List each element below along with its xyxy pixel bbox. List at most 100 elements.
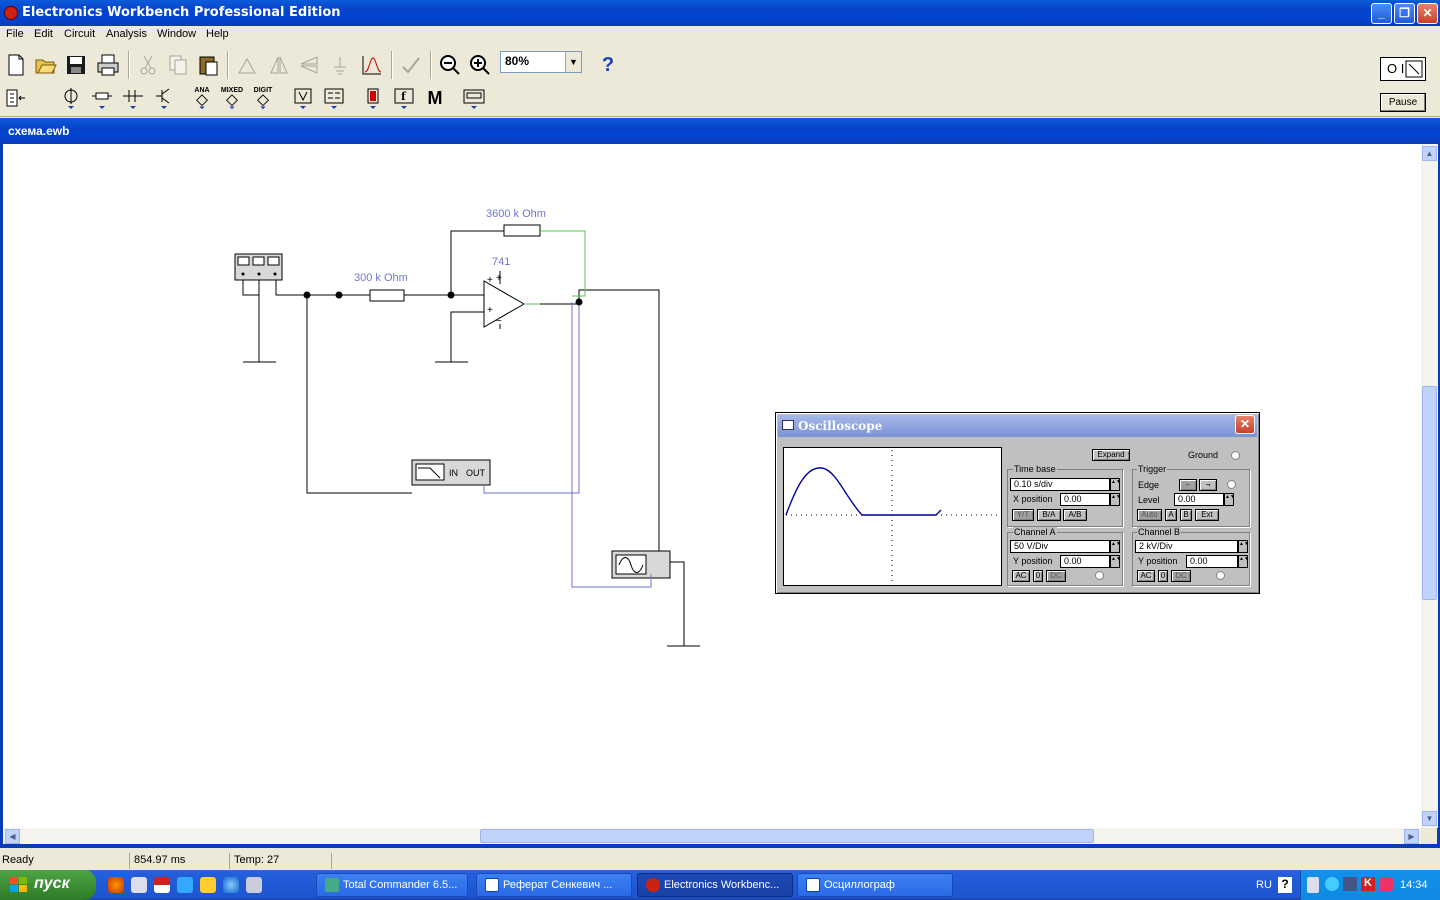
channel-a-y-position-field[interactable]: 0.00 [1060,555,1110,568]
help-button[interactable]: ? [594,51,622,79]
trigger-b-button[interactable]: B [1180,509,1192,521]
help-tray-icon[interactable]: ? [1278,877,1292,893]
close-button[interactable]: ✕ [1417,3,1438,24]
instruments-bin-button[interactable] [460,84,488,112]
ground-terminal[interactable] [1231,451,1240,460]
scroll-right-arrow[interactable]: ▶ [1404,829,1419,844]
app-launcher-icon[interactable] [154,877,170,893]
notepad-icon[interactable] [246,877,262,893]
task-total-commander[interactable]: Total Commander 6.5... [316,873,468,897]
zoom-in-button[interactable] [466,51,494,79]
channel-a-ac-button[interactable]: AC [1012,570,1030,582]
messenger-tray-icon[interactable] [1379,877,1393,891]
oscilloscope-titlebar[interactable]: Oscilloscope ✕ [778,415,1257,437]
task-electronics-workbench[interactable]: Electronics Workbenc... [637,873,793,897]
search-icon[interactable] [177,877,193,893]
menu-window[interactable]: Window [157,28,196,40]
channel-a-dc-button[interactable]: DC [1046,570,1066,582]
restore-button[interactable]: ❐ [1394,3,1415,24]
usb-tray-icon[interactable] [1307,877,1319,893]
vertical-scroll-thumb[interactable] [1422,386,1437,600]
yt-mode-button[interactable]: Y/T [1012,509,1034,521]
trigger-a-button[interactable]: A [1165,509,1177,521]
channel-b-zero-button[interactable]: 0 [1158,570,1168,582]
kaspersky-tray-icon[interactable]: K [1361,877,1375,891]
language-indicator[interactable]: RU [1256,879,1272,891]
flip-vertical-button[interactable] [295,51,323,79]
print-button[interactable] [94,51,122,79]
logic-gates-bin-button[interactable] [289,84,317,112]
explorer-icon[interactable] [131,877,147,893]
menu-circuit[interactable]: Circuit [64,28,95,40]
power-switch[interactable]: O I [1380,57,1426,81]
controls-bin-button[interactable]: f [390,84,418,112]
scroll-down-arrow[interactable]: ▼ [1422,811,1437,826]
digital-bin-button[interactable] [320,84,348,112]
task-word-document[interactable]: Реферат Сенкевич ... [476,873,632,897]
cut-button[interactable] [134,51,162,79]
channel-b-y-position-field[interactable]: 0.00 [1186,555,1238,568]
scroll-left-arrow[interactable]: ◀ [5,829,20,844]
channel-b-scale-field[interactable]: 2 kV/Div [1135,540,1238,553]
new-file-button[interactable] [2,51,30,79]
digital-ics-bin-button[interactable]: DIGIT [249,84,277,112]
ab-mode-button[interactable]: A/B [1063,509,1087,521]
open-file-button[interactable] [32,51,60,79]
channel-a-y-position-spinner[interactable]: ▲▼ [1110,555,1121,568]
trigger-terminal[interactable] [1227,480,1236,489]
flip-horizontal-button[interactable] [265,51,293,79]
zoom-out-button[interactable] [436,51,464,79]
indicators-bin-button[interactable] [359,84,387,112]
channel-a-terminal[interactable] [1095,571,1104,580]
menu-file[interactable]: File [6,28,24,40]
start-button[interactable]: пуск [0,870,96,900]
channel-b-scale-spinner[interactable]: ▲▼ [1238,540,1249,553]
oscilloscope-close-button[interactable]: ✕ [1235,415,1255,434]
save-button[interactable] [62,51,90,79]
analog-ics-bin-button[interactable]: ANA [188,84,216,112]
chevron-down-icon[interactable]: ▼ [565,52,581,72]
pause-button[interactable]: Pause [1380,93,1426,112]
level-spinner[interactable]: ▲▼ [1224,493,1235,506]
ba-mode-button[interactable]: B/A [1037,509,1061,521]
falling-edge-button[interactable]: ¬ [1199,479,1217,491]
basic-bin-button[interactable] [88,84,116,112]
x-position-field[interactable]: 0.00 [1060,493,1110,506]
rising-edge-button[interactable]: ⌐ [1179,479,1197,491]
menu-analysis[interactable]: Analysis [106,28,147,40]
create-subcircuit-button[interactable] [397,51,425,79]
task-oscilloscope-doc[interactable]: Осциллограф [797,873,953,897]
horizontal-scroll-thumb[interactable] [480,829,1094,843]
expand-button[interactable]: Expand [1092,449,1130,461]
sources-bin-button[interactable] [57,84,85,112]
connection-tray-icon[interactable] [1343,877,1357,891]
miscellaneous-bin-button[interactable]: M [421,84,449,112]
favorites-bin-button[interactable] [2,84,30,112]
minimize-button[interactable]: _ [1371,3,1392,24]
time-base-spinner[interactable]: ▲▼ [1110,478,1121,491]
mixed-ics-bin-button[interactable]: MIXED [218,84,246,112]
time-base-field[interactable]: 0.10 s/div [1010,478,1110,491]
internet-explorer-icon[interactable] [223,877,239,893]
analysis-graphs-button[interactable] [358,51,386,79]
rotate-button[interactable] [233,51,261,79]
paste-button[interactable] [194,51,222,79]
x-position-spinner[interactable]: ▲▼ [1110,493,1121,506]
channel-b-dc-button[interactable]: DC [1171,570,1191,582]
firefox-icon[interactable] [108,877,124,893]
network-tray-icon[interactable] [1325,877,1339,891]
scroll-up-arrow[interactable]: ▲ [1422,146,1437,161]
channel-b-terminal[interactable] [1216,571,1225,580]
channel-a-scale-field[interactable]: 50 V/Div [1010,540,1110,553]
auto-trigger-button[interactable]: Auto [1137,509,1162,521]
menu-help[interactable]: Help [206,28,229,40]
menu-edit[interactable]: Edit [34,28,53,40]
winamp-icon[interactable] [200,877,216,893]
trigger-ext-button[interactable]: Ext [1195,509,1219,521]
channel-b-y-position-spinner[interactable]: ▲▼ [1238,555,1249,568]
component-properties-button[interactable] [326,51,354,79]
level-field[interactable]: 0.00 [1174,493,1224,506]
transistors-bin-button[interactable] [150,84,178,112]
zoom-level-select[interactable]: 80% ▼ [500,51,582,73]
channel-b-ac-button[interactable]: AC [1137,570,1155,582]
